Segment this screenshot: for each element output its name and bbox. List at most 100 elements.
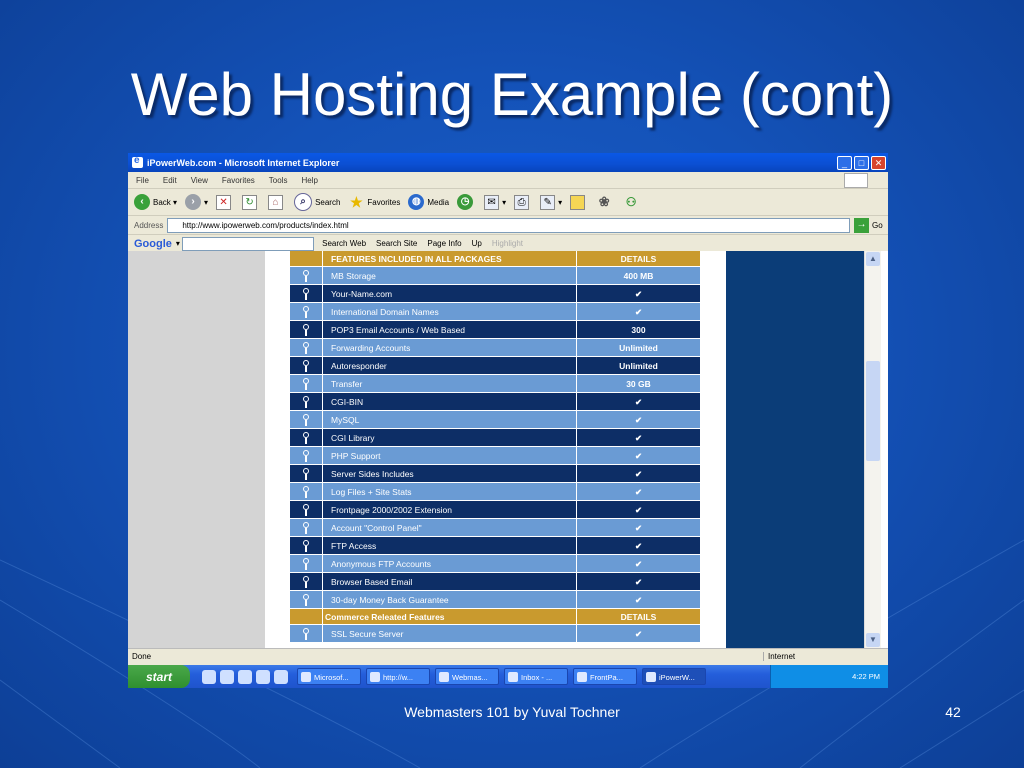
folder-button[interactable] — [570, 194, 588, 210]
table-row: MySQL ✔ — [290, 411, 704, 429]
scroll-thumb[interactable] — [866, 361, 880, 461]
taskbar-item-inbox[interactable]: Inbox - ... — [504, 668, 568, 685]
right-page-panel — [726, 251, 864, 648]
refresh-icon: ↻ — [242, 194, 258, 210]
search-web-button[interactable]: Search Web — [322, 239, 366, 248]
minimize-button[interactable]: _ — [837, 155, 852, 170]
taskbar-item-frontpage[interactable]: FrontPa... — [573, 668, 637, 685]
quicklaunch-icon[interactable] — [202, 669, 216, 684]
pin-icon — [290, 357, 322, 374]
header-spacer — [290, 609, 322, 624]
google-logo: Google — [134, 238, 172, 250]
table-row: POP3 Email Accounts / Web Based 300 — [290, 321, 704, 339]
menu-file[interactable]: File — [136, 176, 149, 185]
table-row: CGI-BIN ✔ — [290, 393, 704, 411]
table-row: Your-Name.com ✔ — [290, 285, 704, 303]
history-button[interactable]: ◷ — [457, 194, 476, 210]
back-button[interactable]: ‹ Back ▾ — [134, 194, 177, 210]
taskbar-item-browser[interactable]: http://w... — [366, 668, 430, 685]
taskbar-item-powerpoint[interactable]: Microsof... — [297, 668, 361, 685]
go-arrow-icon: → — [854, 217, 869, 233]
features-header: FEATURES INCLUDED IN ALL PACKAGES — [322, 251, 576, 266]
menu-bar: File Edit View Favorites Tools Help — [128, 172, 888, 189]
menu-tools[interactable]: Tools — [269, 176, 288, 185]
taskbar-item-folder[interactable]: Webmas... — [435, 668, 499, 685]
table-row: Log Files + Site Stats ✔ — [290, 483, 704, 501]
menu-edit[interactable]: Edit — [163, 176, 177, 185]
pin-icon — [290, 501, 322, 518]
feature-name: Autoresponder — [322, 357, 576, 374]
search-site-button[interactable]: Search Site — [376, 239, 417, 248]
page-viewport: FEATURES INCLUDED IN ALL PACKAGES DETAIL… — [128, 251, 888, 648]
start-button[interactable]: start — [128, 665, 190, 688]
media-button[interactable]: ◍ Media — [408, 194, 449, 210]
pin-icon — [290, 483, 322, 500]
feature-details: ✔ — [576, 501, 700, 518]
mail-button[interactable]: ✉ ▾ — [484, 194, 506, 210]
search-button[interactable]: ⌕ Search — [294, 193, 340, 211]
scroll-up-button[interactable]: ▲ — [866, 252, 880, 266]
refresh-button[interactable]: ↻ — [242, 194, 260, 210]
table-row: Transfer 30 GB — [290, 375, 704, 393]
forward-button[interactable]: › ▾ — [185, 194, 208, 210]
feature-name: Account "Control Panel" — [322, 519, 576, 536]
feature-name: Transfer — [322, 375, 576, 392]
quicklaunch-icon[interactable] — [274, 669, 288, 684]
scroll-down-button[interactable]: ▼ — [866, 633, 880, 647]
messenger-button[interactable]: ⚇ — [623, 194, 642, 210]
windows-taskbar: start Microsof... http://w... Webmas... … — [128, 665, 888, 688]
quicklaunch-icon[interactable] — [256, 669, 270, 684]
feature-name: PHP Support — [322, 447, 576, 464]
page-info-button[interactable]: Page Info — [427, 239, 461, 248]
research-button[interactable]: ❀ — [596, 194, 615, 210]
menu-view[interactable]: View — [191, 176, 208, 185]
feature-details: 30 GB — [576, 375, 700, 392]
feature-name: MB Storage — [322, 267, 576, 284]
left-page-margin — [128, 251, 265, 648]
table-row: MB Storage 400 MB — [290, 267, 704, 285]
feature-name: CGI Library — [322, 429, 576, 446]
print-button[interactable]: ⎙ — [514, 194, 532, 210]
quicklaunch-icon[interactable] — [220, 669, 234, 684]
details-header: DETAILS — [576, 251, 700, 266]
pin-icon — [290, 303, 322, 320]
quicklaunch-icon[interactable] — [238, 669, 252, 684]
feature-name: Log Files + Site Stats — [322, 483, 576, 500]
maximize-button[interactable]: □ — [854, 155, 869, 170]
menu-help[interactable]: Help — [301, 176, 317, 185]
highlight-button[interactable]: Highlight — [492, 239, 523, 248]
feature-details: ✔ — [576, 625, 700, 642]
close-button[interactable]: ✕ — [871, 155, 886, 170]
favorites-label: Favorites — [367, 197, 401, 207]
google-search-input[interactable] — [182, 236, 315, 251]
table-row: Frontpage 2000/2002 Extension ✔ — [290, 501, 704, 519]
feature-details: ✔ — [576, 573, 700, 590]
slide-page-number: 42 — [945, 704, 961, 720]
taskbar-item-ipowerweb[interactable]: iPowerW... — [642, 668, 706, 685]
table-row: Forwarding Accounts Unlimited — [290, 339, 704, 357]
feature-details: ✔ — [576, 429, 700, 446]
up-button[interactable]: Up — [472, 239, 482, 248]
flower-icon: ❀ — [598, 194, 610, 209]
menu-favorites[interactable]: Favorites — [222, 176, 255, 185]
pin-icon — [290, 555, 322, 572]
pin-icon — [290, 339, 322, 356]
feature-details: ✔ — [576, 303, 700, 320]
stop-button[interactable]: ✕ — [216, 194, 234, 210]
feature-details: ✔ — [576, 519, 700, 536]
status-bar: Done Internet — [128, 648, 888, 664]
address-input[interactable]: http://www.ipowerweb.com/products/index.… — [167, 217, 850, 233]
vertical-scrollbar[interactable]: ▲ ▼ — [864, 251, 881, 648]
feature-rows: MB Storage 400 MB Your-Name.com ✔ Internatio… — [290, 267, 704, 609]
feature-details: 400 MB — [576, 267, 700, 284]
feature-name: Anonymous FTP Accounts — [322, 555, 576, 572]
favorites-button[interactable]: ★ Favorites — [348, 194, 400, 210]
pin-icon — [290, 429, 322, 446]
go-button[interactable]: → Go — [854, 217, 888, 233]
feature-name: Forwarding Accounts — [322, 339, 576, 356]
table-row: Browser Based Email ✔ — [290, 573, 704, 591]
edit-button[interactable]: ✎ ▾ — [540, 194, 562, 210]
home-button[interactable]: ⌂ — [268, 194, 286, 210]
folder-icon — [570, 194, 586, 210]
feature-name: SSL Secure Server — [322, 625, 576, 642]
